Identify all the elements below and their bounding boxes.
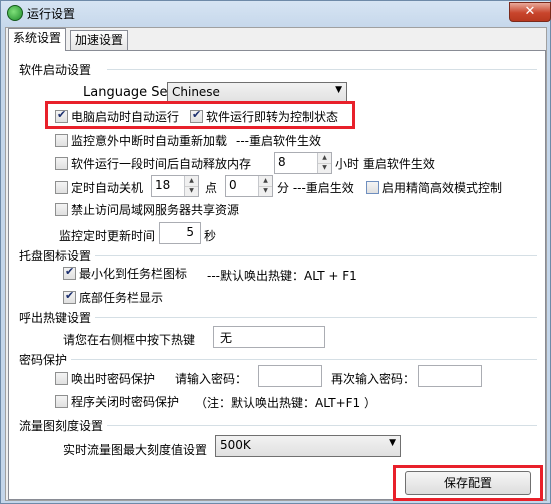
shutdown-minute-unit: 分 ---重启生效 — [277, 181, 354, 195]
shutdown-minute-spinner[interactable]: 0 ▲ ▼ — [225, 175, 273, 197]
tab-acceleration-settings[interactable]: 加速设置 — [70, 30, 129, 50]
language-value: Chinese — [172, 85, 220, 99]
startup-group-title: 软件启动设置 — [19, 63, 92, 77]
window-title: 运行设置 — [27, 7, 76, 21]
block-lan-share-checkbox[interactable] — [55, 203, 68, 216]
minimize-to-tray-checkbox[interactable] — [63, 265, 76, 280]
group-divider — [95, 255, 537, 256]
simple-mode-checkbox[interactable] — [366, 181, 379, 194]
password-note: （注：默认唤出热键：ALT+F1 ） — [195, 396, 376, 410]
settings-panel: 软件启动设置 Language Select: Chinese ▼ 电脑启动时自… — [8, 50, 546, 501]
wake-password-label: 唤出时密码保护 — [71, 372, 156, 386]
release-memory-checkbox[interactable] — [55, 157, 68, 170]
spin-down-icon[interactable]: ▼ — [185, 186, 198, 196]
release-memory-label: 软件运行一段时间后自动释放内存 — [71, 157, 252, 171]
release-hours-spinner[interactable]: 8 ▲ ▼ — [274, 152, 332, 174]
password-group-title: 密码保护 — [19, 353, 68, 367]
password-enter-label: 请输入密码： — [175, 372, 248, 386]
traffic-scale-label: 实时流量图最大刻度值设置 — [63, 443, 208, 457]
refresh-interval-input[interactable]: 5 — [159, 222, 201, 244]
app-icon — [7, 5, 23, 21]
tab-system-settings[interactable]: 系统设置 — [8, 28, 67, 51]
refresh-interval-value: 5 — [186, 225, 194, 239]
client-area: 系统设置 加速设置 软件启动设置 Language Select: Chines… — [5, 27, 547, 501]
close-password-label: 程序关闭时密码保护 — [71, 395, 180, 409]
close-button[interactable]: ✕ — [509, 2, 551, 22]
hotkey-prompt: 请您在右侧框中按下热键 — [63, 333, 196, 347]
refresh-unit: 秒 — [204, 229, 217, 243]
release-hours-value: 8 — [278, 155, 286, 169]
tray-hotkey-note: ---默认唤出热键：ALT + F1 — [207, 269, 357, 283]
hotkey-group-title: 呼出热键设置 — [19, 311, 92, 325]
close-password-checkbox[interactable] — [55, 395, 68, 408]
reload-note: ---重启软件生效 — [236, 134, 321, 148]
release-unit: 小时 重启软件生效 — [335, 157, 435, 171]
password-confirm-input[interactable] — [418, 365, 482, 387]
reload-on-crash-label: 监控意外中断时自动重新加载 — [71, 134, 228, 148]
hotkey-input[interactable]: 无 — [213, 326, 325, 348]
highlight-box-save — [393, 465, 543, 501]
wake-password-checkbox[interactable] — [55, 372, 68, 385]
reload-on-crash-checkbox[interactable] — [55, 134, 68, 147]
simple-mode-label: 启用精简高效模式控制 — [382, 181, 503, 195]
group-divider — [71, 359, 537, 360]
settings-window: 运行设置 ✕ 系统设置 加速设置 软件启动设置 Language Select:… — [0, 0, 551, 504]
auto-shutdown-checkbox[interactable] — [55, 181, 68, 194]
chevron-down-icon: ▼ — [335, 85, 342, 95]
highlight-box-startup — [45, 101, 355, 129]
spin-down-icon[interactable]: ▼ — [259, 186, 272, 196]
auto-shutdown-label: 定时自动关机 — [71, 181, 144, 195]
password-reenter-label: 再次输入密码： — [331, 372, 416, 386]
refresh-label: 监控定时更新时间 — [59, 229, 156, 243]
shutdown-hour-spinner[interactable]: 18 ▲ ▼ — [151, 175, 199, 197]
traffic-group-title: 流量图刻度设置 — [19, 419, 104, 433]
group-divider — [95, 317, 537, 318]
shutdown-minute-value: 0 — [229, 178, 237, 192]
group-divider — [107, 425, 537, 426]
password-input[interactable] — [258, 365, 322, 387]
shutdown-hour-value: 18 — [155, 178, 171, 192]
minimize-to-tray-label: 最小化到任务栏图标 — [79, 267, 188, 281]
block-lan-share-label: 禁止访问局域网服务器共享资源 — [71, 203, 240, 217]
title-bar[interactable]: 运行设置 ✕ — [1, 1, 551, 25]
tray-group-title: 托盘图标设置 — [19, 249, 92, 263]
shutdown-hour-unit: 点 — [205, 181, 218, 195]
chevron-down-icon: ▼ — [389, 438, 396, 448]
hotkey-value: 无 — [220, 331, 233, 345]
spin-down-icon[interactable]: ▼ — [318, 163, 331, 173]
traffic-scale-value: 500K — [220, 438, 251, 452]
taskbar-show-label: 底部任务栏显示 — [79, 291, 164, 305]
traffic-scale-select[interactable]: 500K ▼ — [215, 435, 401, 457]
group-divider — [107, 69, 537, 70]
taskbar-show-checkbox[interactable] — [63, 289, 76, 304]
